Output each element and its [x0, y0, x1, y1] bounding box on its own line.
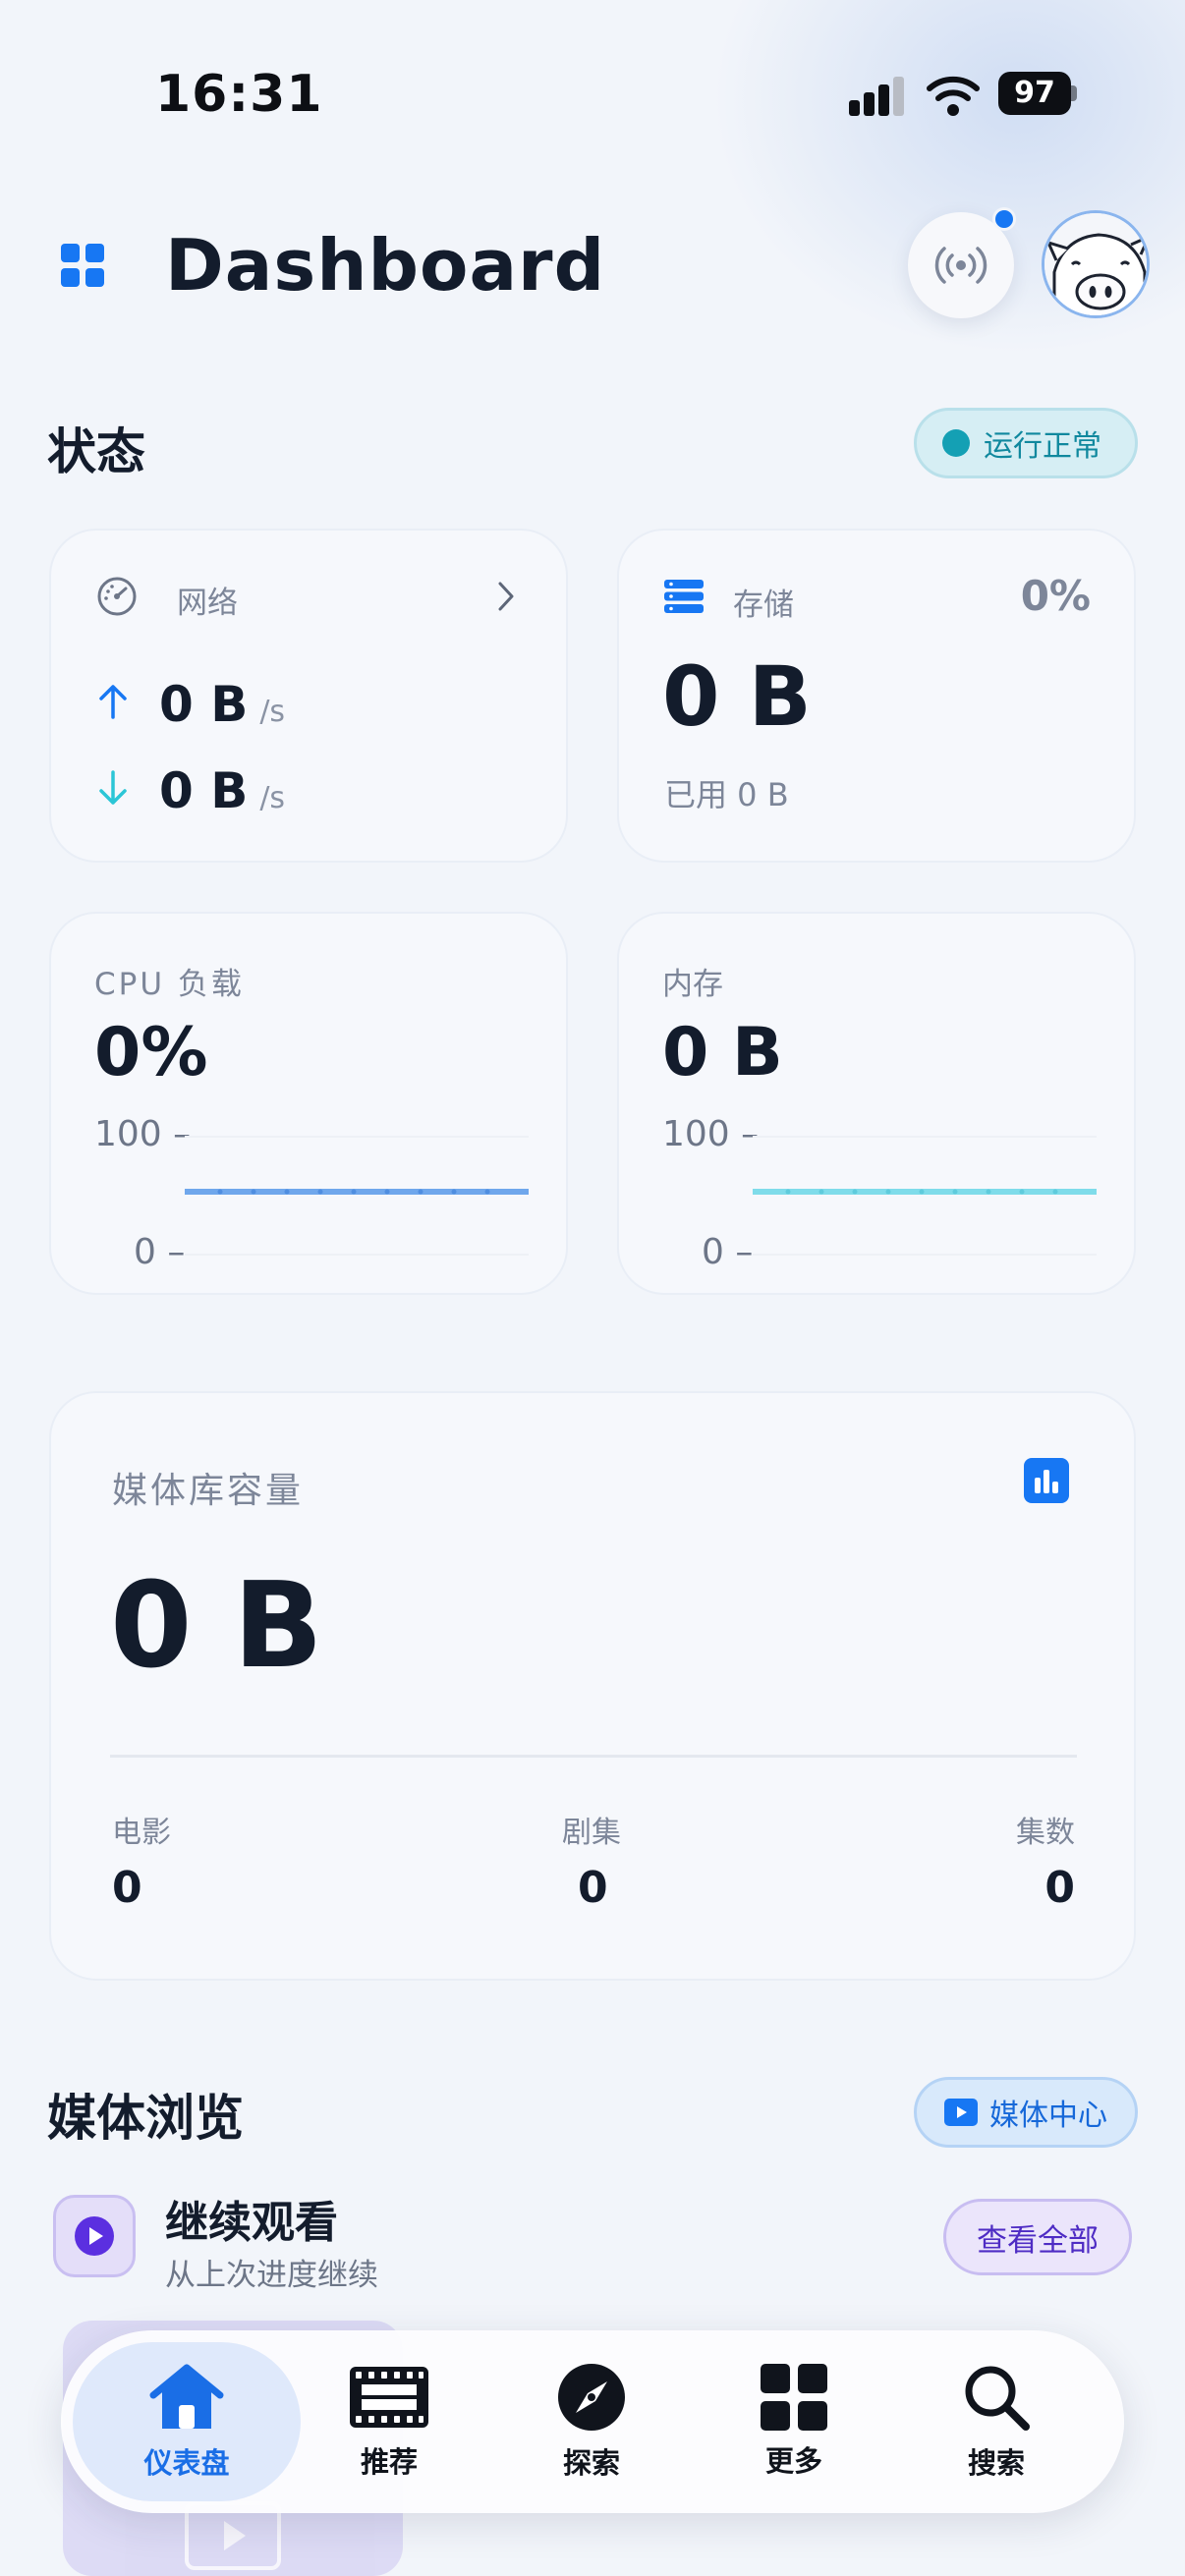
status-badge-label: 运行正常 [984, 429, 1101, 464]
battery-icon: 97 [998, 72, 1077, 115]
media-center-label: 媒体中心 [989, 2099, 1107, 2133]
storage-icon [664, 580, 704, 613]
continue-watching-subtitle: 从上次进度继续 [165, 2258, 378, 2293]
tab-search[interactable]: 搜索 [898, 2330, 1095, 2513]
library-value: 0 B [110, 1558, 323, 1695]
home-icon [149, 2364, 224, 2429]
upload-value: 0 B [159, 676, 249, 733]
compass-icon [558, 2364, 625, 2431]
play-circle-icon [75, 2216, 114, 2256]
tab-dashboard[interactable]: 仪表盘 [88, 2330, 285, 2513]
library-stat-value-series: 0 [578, 1863, 608, 1913]
arrow-up-icon [99, 685, 127, 719]
memory-card[interactable]: 内存 0 B 100 – 0 – [617, 912, 1136, 1295]
film-icon [350, 2367, 428, 2428]
media-center-button[interactable]: 媒体中心 [914, 2077, 1138, 2148]
broadcast-icon [934, 247, 988, 284]
tab-explore[interactable]: 探索 [493, 2330, 690, 2513]
memory-usage-line [753, 1189, 1097, 1195]
notification-dot [992, 207, 1016, 231]
wifi-icon [927, 76, 980, 116]
cpu-load-line [185, 1189, 529, 1195]
memory-gridline-bottom [753, 1254, 1097, 1256]
storage-label: 存储 [733, 588, 794, 623]
cpu-gridline-bottom [185, 1254, 529, 1256]
arrow-down-icon [99, 770, 127, 805]
status-badge: 运行正常 [914, 408, 1138, 478]
bottom-tab-bar: 仪表盘 推荐 探索 更多 搜索 [61, 2330, 1124, 2513]
continue-watching-icon-box [53, 2195, 136, 2277]
network-card[interactable]: 网络 0 B /s 0 B /s [49, 529, 568, 863]
cpu-card[interactable]: CPU 负载 0% 100 – 0 – [49, 912, 568, 1295]
library-stat-label-episodes: 集数 [1016, 1816, 1075, 1850]
status-dot-icon [942, 429, 970, 457]
memory-axis-min: 0 – [702, 1232, 754, 1272]
battery-level: 97 [998, 72, 1071, 115]
tab-explore-label: 探索 [562, 2446, 620, 2480]
memory-axis-max: 100 – [662, 1114, 760, 1154]
tab-recommend[interactable]: 推荐 [291, 2330, 487, 2513]
avatar[interactable] [1042, 210, 1150, 318]
tab-more[interactable]: 更多 [696, 2330, 892, 2513]
storage-used: 已用 0 B [664, 776, 789, 813]
memory-label: 内存 [662, 967, 723, 1002]
library-stat-value-episodes: 0 [1044, 1863, 1075, 1913]
tab-search-label: 搜索 [967, 2446, 1025, 2480]
memory-value: 0 B [662, 1014, 783, 1092]
chevron-right-icon[interactable] [495, 580, 517, 613]
cpu-axis-max: 100 – [94, 1114, 192, 1154]
page-title: Dashboard [165, 224, 606, 307]
continue-watching-title: 继续观看 [165, 2198, 338, 2248]
library-divider [110, 1755, 1077, 1758]
cpu-gridline-top [185, 1136, 529, 1138]
tab-more-label: 更多 [764, 2444, 822, 2478]
download-rate: 0 B /s [159, 762, 285, 819]
network-label: 网络 [177, 586, 238, 621]
upload-rate: 0 B /s [159, 676, 285, 733]
pig-avatar-icon [1044, 213, 1147, 315]
grid-icon [761, 2364, 827, 2431]
library-stat-label-movies: 电影 [112, 1816, 171, 1850]
storage-percent: 0% [1020, 572, 1091, 620]
storage-card[interactable]: 存储 0% 0 B 已用 0 B [617, 529, 1136, 863]
download-unit: /s [259, 781, 286, 815]
status-time: 16:31 [155, 65, 323, 124]
media-browse-title: 媒体浏览 [47, 2090, 244, 2147]
cpu-label: CPU 负载 [94, 967, 245, 1002]
download-value: 0 B [159, 762, 249, 819]
library-capacity-card[interactable]: 媒体库容量 0 B 电影 0 剧集 0 集数 0 [49, 1391, 1136, 1981]
apps-grid-icon[interactable] [61, 244, 104, 287]
memory-gridline-top [753, 1136, 1097, 1138]
view-all-button[interactable]: 查看全部 [943, 2199, 1132, 2275]
bar-chart-icon [1024, 1458, 1069, 1503]
library-title: 媒体库容量 [112, 1471, 305, 1511]
storage-value: 0 B [662, 648, 812, 745]
tab-dashboard-label: 仪表盘 [143, 2446, 230, 2480]
tab-recommend-label: 推荐 [360, 2445, 418, 2479]
video-icon [944, 2099, 978, 2126]
upload-unit: /s [259, 695, 286, 729]
cellular-signal-icon [849, 77, 904, 116]
library-stat-value-movies: 0 [112, 1863, 142, 1913]
cpu-axis-min: 0 – [134, 1232, 186, 1272]
library-stat-label-series: 剧集 [562, 1816, 621, 1850]
status-section-title: 状态 [47, 423, 145, 480]
search-icon [965, 2366, 1030, 2431]
speedometer-icon [97, 577, 137, 616]
cpu-value: 0% [94, 1014, 208, 1092]
